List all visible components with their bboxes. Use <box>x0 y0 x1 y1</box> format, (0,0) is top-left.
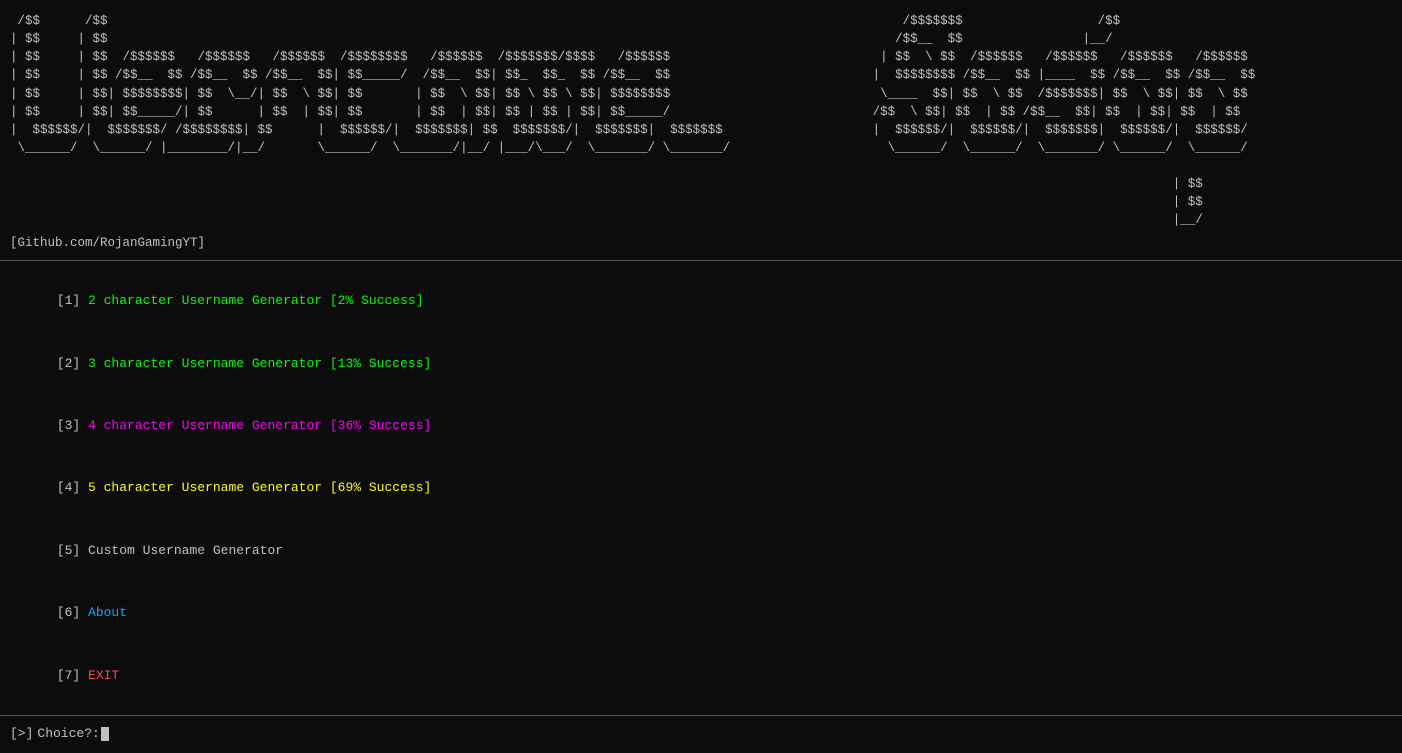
menu-item-7[interactable]: [7] EXIT <box>10 645 1392 707</box>
menu-key-6: [6] <box>57 605 88 620</box>
menu-item-2[interactable]: [2] 3 character Username Generator [13% … <box>10 333 1392 395</box>
menu-item-6[interactable]: [6] About <box>10 582 1392 644</box>
menu-label-1: 2 character Username Generator <box>88 293 330 308</box>
menu-success-1: [2% Success] <box>330 293 424 308</box>
menu-item-5[interactable]: [5] Custom Username Generator <box>10 520 1392 582</box>
prompt-arrow: [>] <box>10 726 33 741</box>
menu-item-3[interactable]: [3] 4 character Username Generator [36% … <box>10 395 1392 457</box>
cursor <box>101 727 109 741</box>
ascii-art-block: /$$ /$$ /$$$$$$$ /$$ | $$ | $$ <box>0 8 1402 234</box>
menu-success-4: [69% Success] <box>330 480 431 495</box>
menu-label-5: Custom Username Generator <box>88 543 283 558</box>
menu-label-3: 4 character Username Generator <box>88 418 330 433</box>
prompt-text: Choice?: <box>37 726 99 741</box>
menu-success-2: [13% Success] <box>330 356 431 371</box>
top-divider <box>0 260 1402 261</box>
menu-label-2: 3 character Username Generator <box>88 356 330 371</box>
menu-key-5: [5] <box>57 543 88 558</box>
menu-success-3: [36% Success] <box>330 418 431 433</box>
menu-key-3: [3] <box>57 418 88 433</box>
menu-label-6: About <box>88 605 127 620</box>
menu-key-2: [2] <box>57 356 88 371</box>
prompt-line: [>] Choice?: <box>0 720 1402 745</box>
menu-key-1: [1] <box>57 293 88 308</box>
menu-item-4[interactable]: [4] 5 character Username Generator [69% … <box>10 458 1392 520</box>
terminal-window: /$$ /$$ /$$$$$$$ /$$ | $$ | $$ <box>0 0 1402 753</box>
menu-label-7: EXIT <box>88 668 119 683</box>
menu-label-4: 5 character Username Generator <box>88 480 330 495</box>
bottom-divider <box>0 715 1402 716</box>
menu-item-1[interactable]: [1] 2 character Username Generator [2% S… <box>10 271 1392 333</box>
github-link: [Github.com/RojanGamingYT] <box>0 234 1402 256</box>
menu-section: [1] 2 character Username Generator [2% S… <box>0 265 1402 712</box>
menu-key-7: [7] <box>57 668 88 683</box>
menu-key-4: [4] <box>57 480 88 495</box>
